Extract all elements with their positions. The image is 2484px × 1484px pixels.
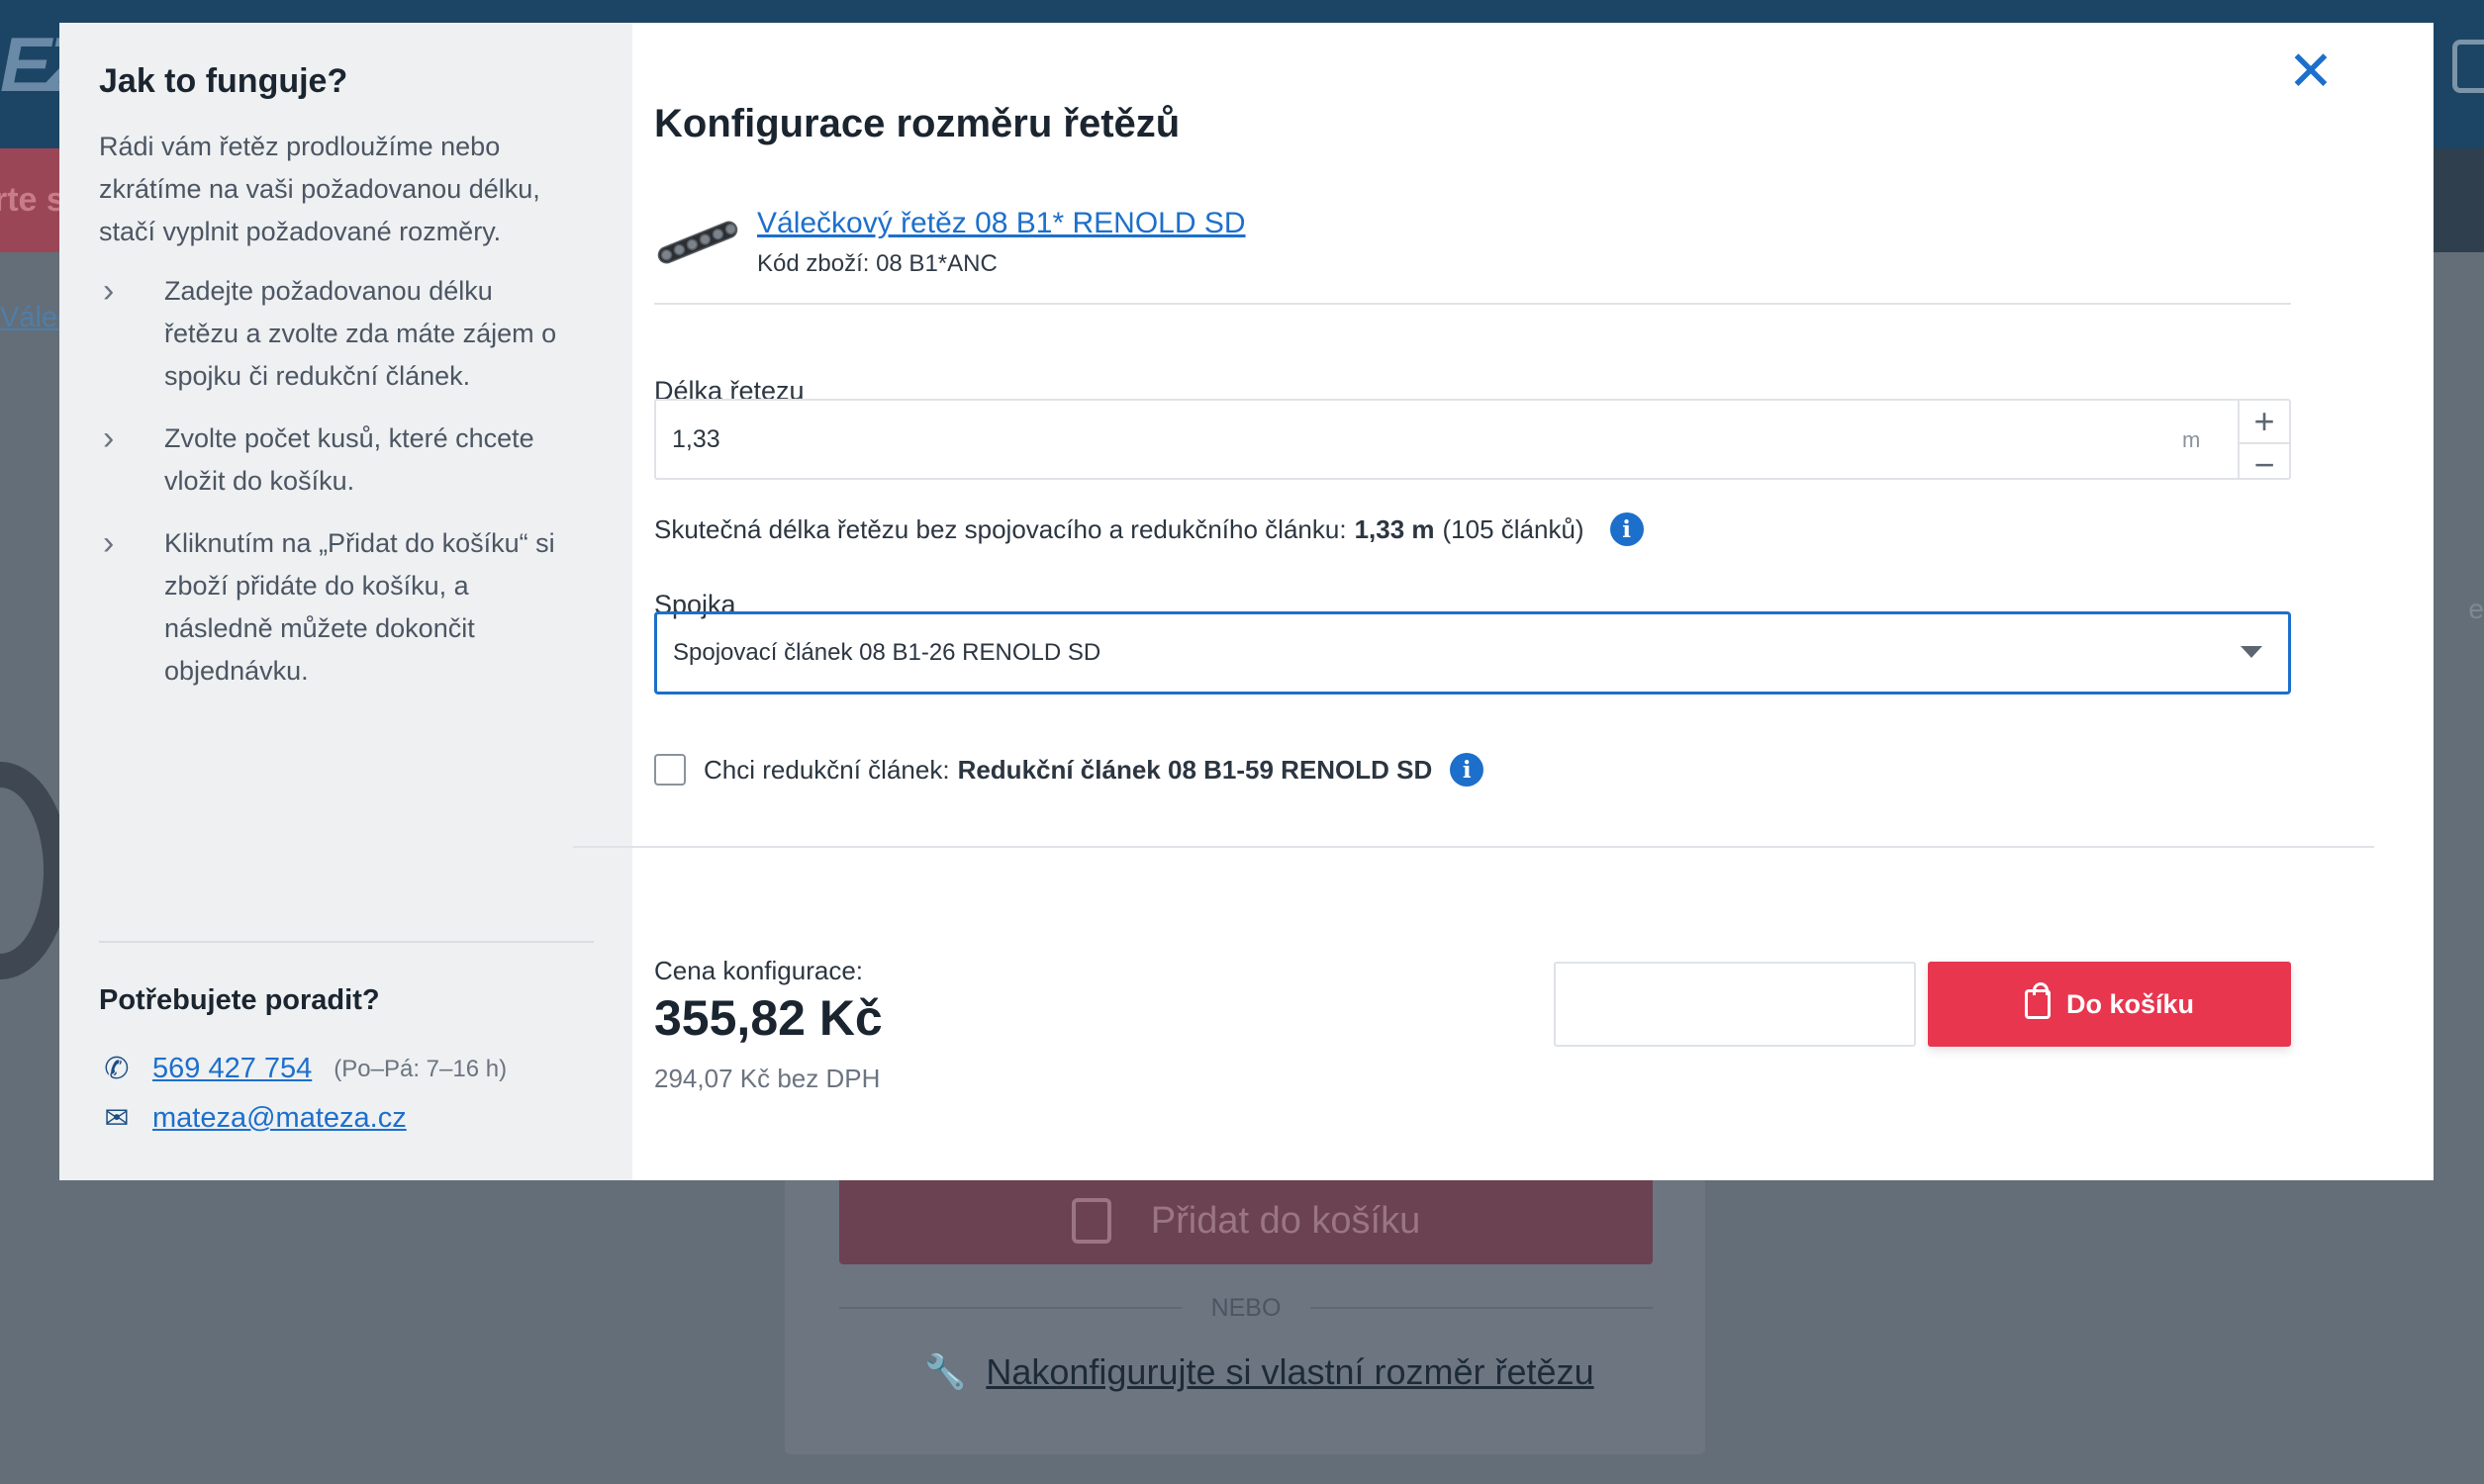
email-contact: ✉ mateza@mateza.cz (99, 1101, 614, 1136)
phone-icon: ✆ (104, 1053, 130, 1085)
bag-icon (1071, 1198, 1111, 1244)
product-link[interactable]: Válečkový řetěz 08 B1* RENOLD SD (757, 207, 1246, 239)
step-item: › Zvolte počet kusů, které chcete vložit… (99, 417, 604, 503)
help-title: Potřebujete poradit? (99, 984, 380, 1016)
info-icon[interactable]: i (1450, 753, 1484, 787)
or-divider: NEBO (839, 1290, 1654, 1326)
phone-link[interactable]: 569 427 754 (152, 1053, 312, 1085)
price-value: 355,82 Kč (654, 990, 883, 1046)
real-length-prefix: Skutečná délka řetězu bez spojovacího a … (654, 513, 1347, 544)
background-text-fragment: e (2468, 594, 2484, 624)
reduction-option: Chci redukční článek: Redukční článek 08… (654, 750, 2040, 789)
length-unit: m (2182, 427, 2201, 452)
add-to-cart-button[interactable]: Do košíku (1928, 962, 2291, 1047)
length-decrease-button[interactable]: − (2240, 442, 2289, 486)
step-text: Zadejte požadovanou délku řetězu a zvolt… (164, 276, 557, 391)
site-logo: EZ (0, 30, 59, 99)
reduction-prefix: Chci redukční článek: (704, 754, 950, 785)
sidebar-divider (99, 941, 594, 943)
wrench-icon: 🔧 (924, 1353, 967, 1391)
price-without-vat: 294,07 Kč bez DPH (654, 1064, 881, 1093)
divider-line (1310, 1307, 1654, 1309)
envelope-icon: ✉ (104, 1102, 130, 1135)
step-text: Kliknutím na „Přidat do košíku“ si zboží… (164, 528, 555, 686)
length-increase-button[interactable]: + (2240, 401, 2289, 442)
product-info: Válečkový řetěz 08 B1* RENOLD SD Kód zbo… (654, 198, 1842, 287)
coupling-select[interactable]: Spojovací článek 08 B1-26 RENOLD SD (654, 611, 2291, 695)
configure-chain-link: 🔧 Nakonfigurujte si vlastní rozměr řetěz… (924, 1347, 1617, 1397)
price-label: Cena konfigurace: (654, 956, 864, 985)
modal-title: Konfigurace rozměru řetězů (654, 102, 1181, 145)
phone-hours: (Po–Pá: 7–16 h) (334, 1055, 508, 1082)
length-stepper: + − (2238, 401, 2289, 485)
chain-product-image (657, 221, 738, 264)
divider-line (839, 1307, 1182, 1309)
step-item: › Kliknutím na „Přidat do košíku“ si zbo… (99, 522, 604, 693)
step-item: › Zadejte požadovanou délku řetězu a zvo… (99, 270, 604, 398)
email-link[interactable]: mateza@mateza.cz (152, 1102, 407, 1135)
add-to-cart-label: Přidat do košíku (1150, 1199, 1421, 1242)
real-length-note: Skutečná délka řetězu bez spojovacího a … (654, 512, 2040, 546)
add-to-cart-button-background: Přidat do košíku (839, 1177, 1653, 1264)
product-code: Kód zboží: 08 B1*ANC (757, 250, 998, 277)
how-it-works-intro: Rádi vám řetěz prodloužíme nebo zkrátíme… (99, 132, 540, 246)
how-it-works-panel: Jak to funguje? Rádi vám řetěz prodlouží… (59, 23, 632, 1180)
caret-down-icon (2241, 646, 2262, 658)
breadcrumb: Válec (0, 302, 61, 333)
length-input[interactable] (656, 401, 2182, 478)
real-length-links: (105 článků) (1442, 513, 1584, 544)
or-label: NEBO (1210, 1293, 1282, 1322)
length-field: m + − (654, 399, 2291, 485)
add-to-cart-label: Do košíku (2065, 988, 2195, 1019)
footer-divider (573, 846, 2374, 848)
configure-link-text: Nakonfigurujte si vlastní rozměr řetězu (986, 1351, 1594, 1392)
steps-list: › Zadejte požadovanou délku řetězu a zvo… (99, 270, 604, 712)
product-text: Válečkový řetěz 08 B1* RENOLD SD Kód zbo… (757, 207, 1246, 278)
real-length-value: 1,33 m (1354, 513, 1435, 544)
product-divider (654, 303, 2291, 305)
info-icon[interactable]: i (1609, 512, 1644, 546)
close-icon[interactable]: ✕ (2281, 42, 2341, 101)
step-text: Zvolte počet kusů, které chcete vložit d… (164, 423, 534, 496)
chevron-right-icon: › (103, 419, 115, 457)
how-it-works-title: Jak to funguje? (99, 62, 348, 100)
coupling-selected-value: Spojovací článek 08 B1-26 RENOLD SD (673, 639, 1101, 666)
reduction-checkbox[interactable] (654, 754, 686, 786)
chevron-right-icon: › (103, 524, 115, 562)
quantity-field: ks + − (1554, 962, 2061, 1048)
reduction-name: Redukční článek 08 B1-59 RENOLD SD (957, 754, 1433, 785)
chevron-right-icon: › (103, 272, 115, 310)
phone-contact: ✆ 569 427 754 (Po–Pá: 7–16 h) (99, 1052, 614, 1086)
shopping-bag-icon (2024, 982, 2051, 1019)
cart-icon (2452, 40, 2484, 93)
